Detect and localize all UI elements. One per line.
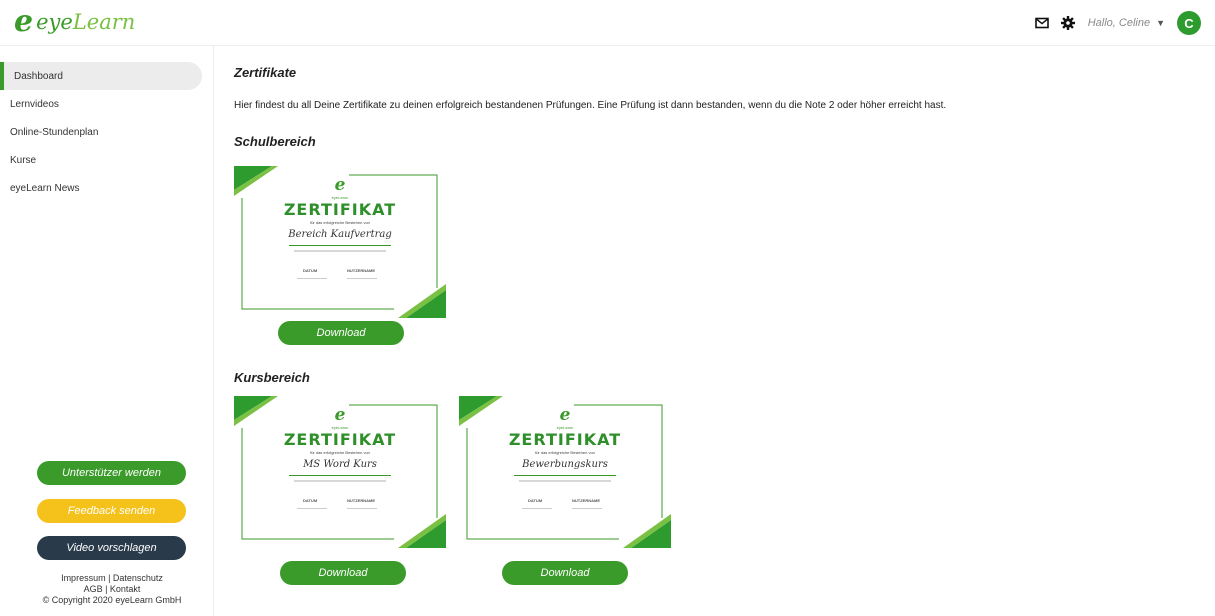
cert-user-line bbox=[572, 508, 602, 509]
sidebar: Dashboard Lernvideos Online-Stundenplan … bbox=[0, 46, 214, 616]
cert-body-lines bbox=[294, 250, 386, 252]
cert-date-label: DATUM bbox=[528, 498, 543, 503]
copyright: © Copyright 2020 eyeLearn GmbH bbox=[42, 595, 182, 605]
cert-user-label: NUTZERNAME bbox=[572, 498, 600, 503]
certificate-card: e eyeLearn ZERTIFIKAT für das erfolgreic… bbox=[459, 396, 671, 548]
cert-date-line bbox=[297, 278, 327, 279]
cert-date-label: DATUM bbox=[303, 268, 318, 273]
download-button[interactable]: Download bbox=[502, 561, 628, 585]
cert-user-label: NUTZERNAME bbox=[347, 498, 375, 503]
cert-subtitle: für das erfolgreiche Bestehen von bbox=[535, 450, 595, 455]
top-header: e eyeLearn Hallo, Celine ▼ C bbox=[0, 0, 1215, 46]
sidebar-footer: Impressum | Datenschutz AGB | Kontakt © … bbox=[0, 573, 224, 606]
cert-user-line bbox=[347, 508, 377, 509]
cert-subtitle: für das erfolgreiche Bestehen von bbox=[310, 220, 370, 225]
eyelearn-logo[interactable]: e eyeLearn bbox=[14, 6, 135, 38]
user-greeting[interactable]: Hallo, Celine bbox=[1088, 17, 1150, 29]
cert-title: ZERTIFIKAT bbox=[508, 430, 622, 449]
section-title-kursbereich: Kursbereich bbox=[234, 370, 310, 385]
section-title-schulbereich: Schulbereich bbox=[234, 134, 316, 149]
page-title: Zertifikate bbox=[234, 65, 297, 80]
cert-logo-icon: e bbox=[334, 175, 346, 195]
cert-title: ZERTIFIKAT bbox=[283, 430, 397, 449]
support-button[interactable]: Unterstützer werden bbox=[37, 461, 186, 485]
chevron-down-icon[interactable]: ▼ bbox=[1156, 18, 1165, 28]
cert-name: Bewerbungskurs bbox=[522, 459, 608, 470]
footer-links-legal[interactable]: Impressum | Datenschutz bbox=[0, 573, 224, 584]
sidebar-item-eyelearn-news[interactable]: eyeLearn News bbox=[0, 174, 214, 202]
cert-title: ZERTIFIKAT bbox=[283, 200, 397, 219]
download-button[interactable]: Download bbox=[280, 561, 406, 585]
header-user-area: Hallo, Celine ▼ C bbox=[1034, 11, 1201, 35]
cert-name: MS Word Kurs bbox=[303, 459, 377, 470]
sidebar-item-dashboard[interactable]: Dashboard bbox=[0, 62, 202, 90]
mail-icon[interactable] bbox=[1034, 15, 1050, 31]
avatar[interactable]: C bbox=[1177, 11, 1201, 35]
cert-body-lines bbox=[519, 480, 611, 482]
feedback-button[interactable]: Feedback senden bbox=[37, 499, 186, 523]
cert-date-label: DATUM bbox=[303, 498, 318, 503]
cert-logo-icon: e bbox=[559, 405, 571, 425]
gear-icon[interactable] bbox=[1060, 15, 1076, 31]
cert-divider bbox=[514, 475, 616, 476]
cert-logo-icon: e bbox=[334, 405, 346, 425]
logo-text: eyeLearn bbox=[36, 9, 136, 34]
cert-user-line bbox=[347, 278, 377, 279]
cert-body-lines bbox=[294, 480, 386, 482]
certificate-card: e eyeLearn ZERTIFIKAT für das erfolgreic… bbox=[234, 166, 446, 318]
suggest-video-button[interactable]: Video vorschlagen bbox=[37, 536, 186, 560]
cert-name: Bereich Kaufvertrag bbox=[288, 229, 392, 240]
cert-user-label: NUTZERNAME bbox=[347, 268, 375, 273]
sidebar-item-online-stundenplan[interactable]: Online-Stundenplan bbox=[0, 118, 214, 146]
logo-mark: e bbox=[14, 4, 34, 39]
sidebar-item-kurse[interactable]: Kurse bbox=[0, 146, 214, 174]
cert-date-line bbox=[297, 508, 327, 509]
sidebar-item-lernvideos[interactable]: Lernvideos bbox=[0, 90, 214, 118]
cert-subtitle: für das erfolgreiche Bestehen von bbox=[310, 450, 370, 455]
cert-date-line bbox=[522, 508, 552, 509]
page-description: Hier findest du all Deine Zertifikate zu… bbox=[234, 100, 947, 111]
cert-divider bbox=[289, 245, 391, 246]
download-button[interactable]: Download bbox=[278, 321, 404, 345]
footer-links-contact[interactable]: AGB | Kontakt bbox=[0, 584, 224, 595]
cert-divider bbox=[289, 475, 391, 476]
sidebar-nav: Dashboard Lernvideos Online-Stundenplan … bbox=[0, 62, 214, 202]
certificate-card: e eyeLearn ZERTIFIKAT für das erfolgreic… bbox=[234, 396, 446, 548]
